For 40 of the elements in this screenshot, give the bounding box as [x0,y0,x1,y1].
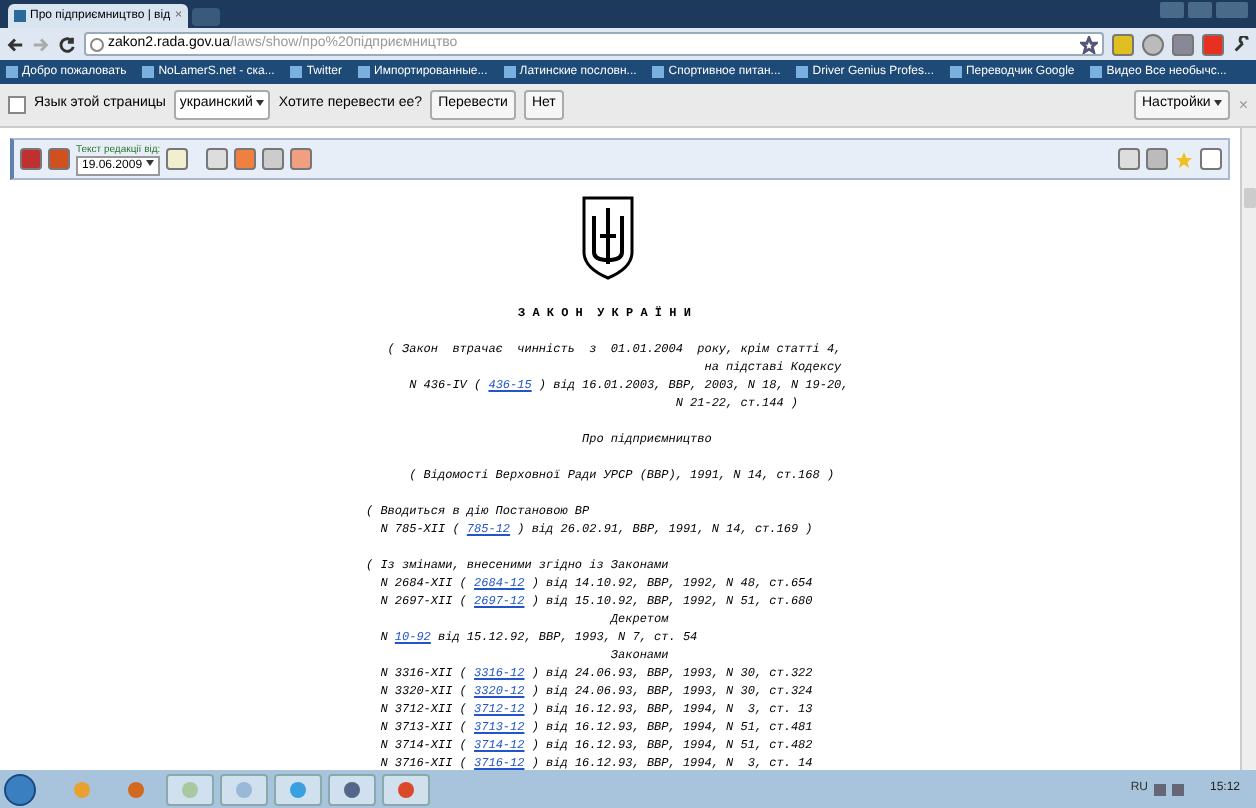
app-icon [398,781,414,797]
scrollbar-thumb[interactable] [1243,188,1255,208]
taskbar-app[interactable] [274,773,322,805]
bookmark-icon [652,66,665,78]
start-button[interactable] [4,773,36,805]
globe-icon [90,37,104,51]
wrench-icon[interactable] [1232,35,1250,53]
taskbar-app[interactable] [166,773,214,805]
taskbar-app[interactable] [382,773,430,805]
star-icon[interactable] [1174,149,1194,169]
extension-icon[interactable] [1112,33,1134,55]
bookmark-icon [290,66,303,78]
app-icon [236,781,252,797]
app-icon [128,781,144,797]
scrollbar[interactable] [1240,128,1256,770]
bookmark-icon [949,66,962,78]
caret-icon [146,160,155,167]
bookmark-icon [1090,66,1103,78]
back-icon[interactable] [6,35,24,53]
star-icon[interactable] [1080,35,1098,53]
forward-icon[interactable] [32,35,50,53]
bookmark-icon [503,66,516,78]
page-icon [14,10,26,22]
app-icon [344,781,360,797]
bookmark-icon [796,66,809,78]
extension-icon[interactable] [1202,33,1224,55]
caret-icon [1214,99,1223,106]
coat-of-arms-drawing [580,196,636,280]
bookmark-icon [358,66,371,78]
reload-icon[interactable] [58,35,76,53]
extension-icon[interactable] [1142,33,1164,55]
caret-icon [256,99,265,106]
app-icon [74,781,90,797]
app-icon [290,781,306,797]
bookmark-icon [142,66,155,78]
bookmark-icon [6,66,18,78]
taskbar-app[interactable] [220,773,268,805]
extension-icon[interactable] [1172,33,1194,55]
app-icon [182,781,198,797]
taskbar-app[interactable] [328,773,376,805]
